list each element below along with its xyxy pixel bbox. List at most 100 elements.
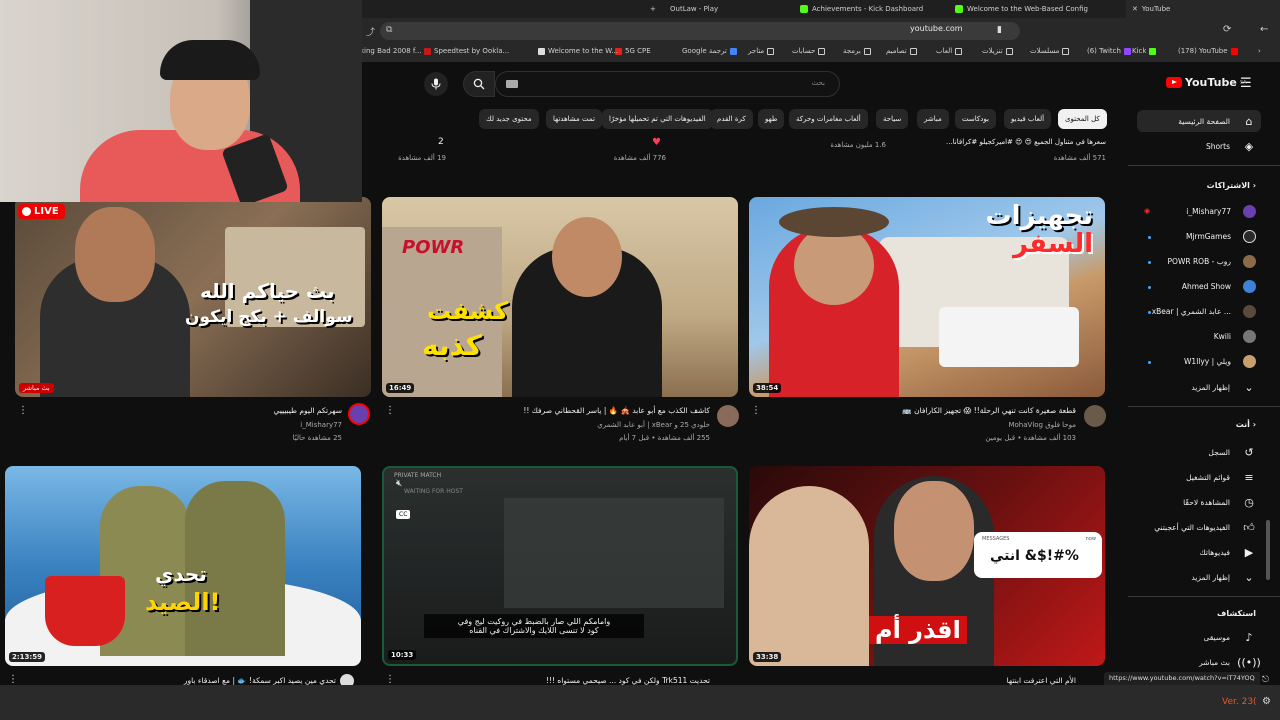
bookmark-folder-accounts[interactable]: حسابات [792,47,826,55]
video-title[interactable]: تحديت Trk511 ولكن في كود ... صيحمي مستوا… [420,676,710,685]
kick-icon [955,5,963,13]
sidebar-item-history[interactable]: السجل ↺ [1208,445,1256,459]
bookmark-folder-stores[interactable]: متاجر [748,47,775,55]
video-thumbnail[interactable]: MESSAGES now انتي &$!#% اقذر أم 33:38 [749,466,1105,666]
video-title[interactable]: كاشف الكذب مع أبو عابد 🎪 🔥 | ياسر القحطا… [392,406,710,415]
search-button[interactable] [463,71,495,97]
more-options-icon[interactable]: ⋮ [751,405,761,416]
back-icon[interactable]: ← [1260,24,1268,35]
search-input[interactable]: بحث [495,71,840,97]
share-icon[interactable]: ⧉ [386,25,392,35]
sidebar-item-your-videos[interactable]: فيديوهاتك ▶ [1200,545,1256,559]
chip-video-games[interactable]: ألعاب فيديو [1004,109,1052,129]
sidebar-item-live[interactable]: بث مباشر ((•)) [1199,655,1261,669]
hat-shape [779,207,889,237]
chip-all[interactable]: كل المحتوى [1058,109,1107,129]
cc-icon[interactable]: CC [396,510,411,519]
sidebar-item-playlists[interactable]: قوائم التشغيل ≡ [1186,470,1256,484]
channel-avatar[interactable] [717,405,739,427]
sidebar-item-label: قوائم التشغيل [1186,472,1230,482]
video-thumbnail[interactable]: تحدي الصيد! 2:13:59 [5,466,361,666]
sidebar-sub-imishary77[interactable]: i_Mishary77 [1186,205,1256,218]
bookmark-google-translate[interactable]: Google ترجمة [682,47,737,55]
settings-icon[interactable]: ⚙ [1262,696,1271,707]
bookmark-youtube[interactable]: (178) YouTube [1178,47,1238,55]
sidebar-show-more-you[interactable]: إظهار المزيد ⌄ [1191,570,1256,584]
video-thumbnail[interactable]: PRIVATE MATCH WAITING FOR HOST CC 🔇︎ وام… [382,466,738,666]
video-thumbnail[interactable]: POWR كشفت كذبه 16:49 [382,197,738,397]
sidebar-sub-ahmed-show[interactable]: Ahmed Show [1182,280,1256,293]
video-title[interactable]: تحدي مين يصيد اكبر سمكة! 🐟 | مع اصدقاء ب… [30,676,336,685]
youtube-logo[interactable]: YouTube SA [1166,76,1247,89]
channel-name[interactable]: موحا فلوق MohaVlog [760,421,1076,429]
live-badge: LIVE [18,204,65,219]
video-title[interactable]: الأم التي اعترفت ابنتها [960,676,1076,685]
bookmark-folder-designs[interactable]: تصاميم [886,47,917,55]
chip-cooking[interactable]: طهو [758,109,785,129]
bookmark-folder-series[interactable]: مسلسلات [1030,47,1070,55]
bookmark-welcome[interactable]: Welcome to the W... [538,47,618,55]
player-icon[interactable]: ⎋ [1262,675,1269,685]
forward-icon[interactable]: › [1258,47,1261,55]
mute-icon[interactable]: 🔇︎ [396,478,402,489]
video-thumbnail[interactable]: تجهيزات السفر 38:54 [749,197,1105,397]
channel-name[interactable]: i_Mishary77 [30,421,342,429]
sidebar-item-label: MjrmGames [1185,232,1231,241]
sidebar-sub-w1llyy[interactable]: W1llyy | ويلي [1184,355,1256,368]
chip-watched[interactable]: تمت مشاهدتها [546,109,602,129]
bookmark-twitch[interactable]: (6) Twitch [1087,47,1131,55]
sidebar-item-music[interactable]: موسيقى ♪ [1204,630,1256,644]
face-shape [794,225,874,305]
channel-avatar[interactable] [348,403,370,425]
channel-name[interactable]: خلودي 25 و xBear | أبو عابد الشمري [392,421,710,429]
video-title[interactable]: سهرتكم اليوم طيبيييي [30,406,342,415]
music-icon: ♪ [1245,630,1253,644]
chip-new-to-you[interactable]: محتوى جديد لك [479,109,539,129]
sidebar-item-home[interactable]: الصفحة الرئيسية ⌂ [1178,114,1256,128]
you-header[interactable]: أنت › [1236,420,1256,429]
sidebar-sub-mjrmgames[interactable]: MjrmGames [1186,230,1256,243]
chip-recently-uploaded[interactable]: الفيديوهات التي تم تحميلها مؤخرًا [602,109,713,129]
more-options-icon[interactable]: ⋮ [8,674,18,685]
partial-video-title[interactable]: سعرها في متناول الجميع 😍 😍 #اميركجيلو #ك… [946,138,1106,146]
more-options-icon[interactable]: ⋮ [385,405,395,416]
sidebar-item-liked-videos[interactable]: الفيديوهات التي أعجبتني 👍︎ [1154,520,1256,534]
subscriptions-header[interactable]: الاشتراكات › [1207,181,1256,190]
sidebar-item-shorts[interactable]: Shorts ◈ [1206,139,1256,153]
keyboard-icon[interactable] [506,80,518,88]
tab-kick-dashboard[interactable]: Achievements - Kick Dashboard [800,0,923,18]
install-icon[interactable]: ⤴ [366,25,375,38]
chip-action-adventure[interactable]: ألعاب مغامرات وحركة [789,109,868,129]
sidebar-show-more-subscriptions[interactable]: إظهار المزيد ⌄ [1191,380,1256,394]
tab-outlaw[interactable]: OutLaw - Play [670,0,718,18]
video-thumbnail[interactable]: بث حياكم الله سوالف + بكج ايكون بث مباشر [15,197,371,397]
chip-football[interactable]: كرة القدم [710,109,753,129]
chip-live[interactable]: مباشر [917,109,949,129]
sidebar-sub-kwili[interactable]: Kwili [1214,330,1256,343]
sidebar-sub-powr-rob[interactable]: POWR ROB - روب [1168,255,1256,268]
sidebar-item-watch-later[interactable]: المشاهدة لاحقًا ◷ [1183,495,1256,509]
bookmark-kick[interactable]: Kick [1132,47,1157,55]
bookmark-5g-cpe[interactable]: 5G CPE [615,47,651,55]
more-options-icon[interactable]: ⋮ [385,674,395,685]
bookmark-speedtest[interactable]: Speedtest by Ookla... [424,47,509,55]
bookmark-folder-games[interactable]: العاب [936,47,963,55]
sidebar-sub-xbear[interactable]: xBear | عابد الشمري ... [1152,305,1256,318]
more-options-icon[interactable]: ⋮ [18,405,28,416]
bookmark-icon[interactable]: ▮ [997,25,1002,35]
bookmark-folder-downloads[interactable]: تنزيلات [982,47,1013,55]
tab-youtube[interactable]: ✕ YouTube [1126,0,1280,18]
game-ui-shape [504,498,724,608]
channel-avatar[interactable] [1084,405,1106,427]
chip-travel[interactable]: سياحة [876,109,909,129]
video-title[interactable]: قطعة صغيرة كانت تنهي الرحلة!! 😱 تجهيز ال… [760,406,1076,415]
close-icon[interactable]: ✕ [1132,5,1138,13]
new-tab-button[interactable]: + [650,0,656,18]
bookmark-breaking-bad[interactable]: king Bad 2008 f... [360,47,422,55]
sidebar-scrollbar[interactable] [1266,520,1270,580]
reload-icon[interactable]: ⟳ [1223,24,1231,35]
tab-web-config[interactable]: Welcome to the Web-Based Config [955,0,1088,18]
bookmark-folder-programming[interactable]: برمجة [843,47,871,55]
voice-search-button[interactable] [424,72,448,96]
chip-podcasts[interactable]: بودكاست [955,109,996,129]
